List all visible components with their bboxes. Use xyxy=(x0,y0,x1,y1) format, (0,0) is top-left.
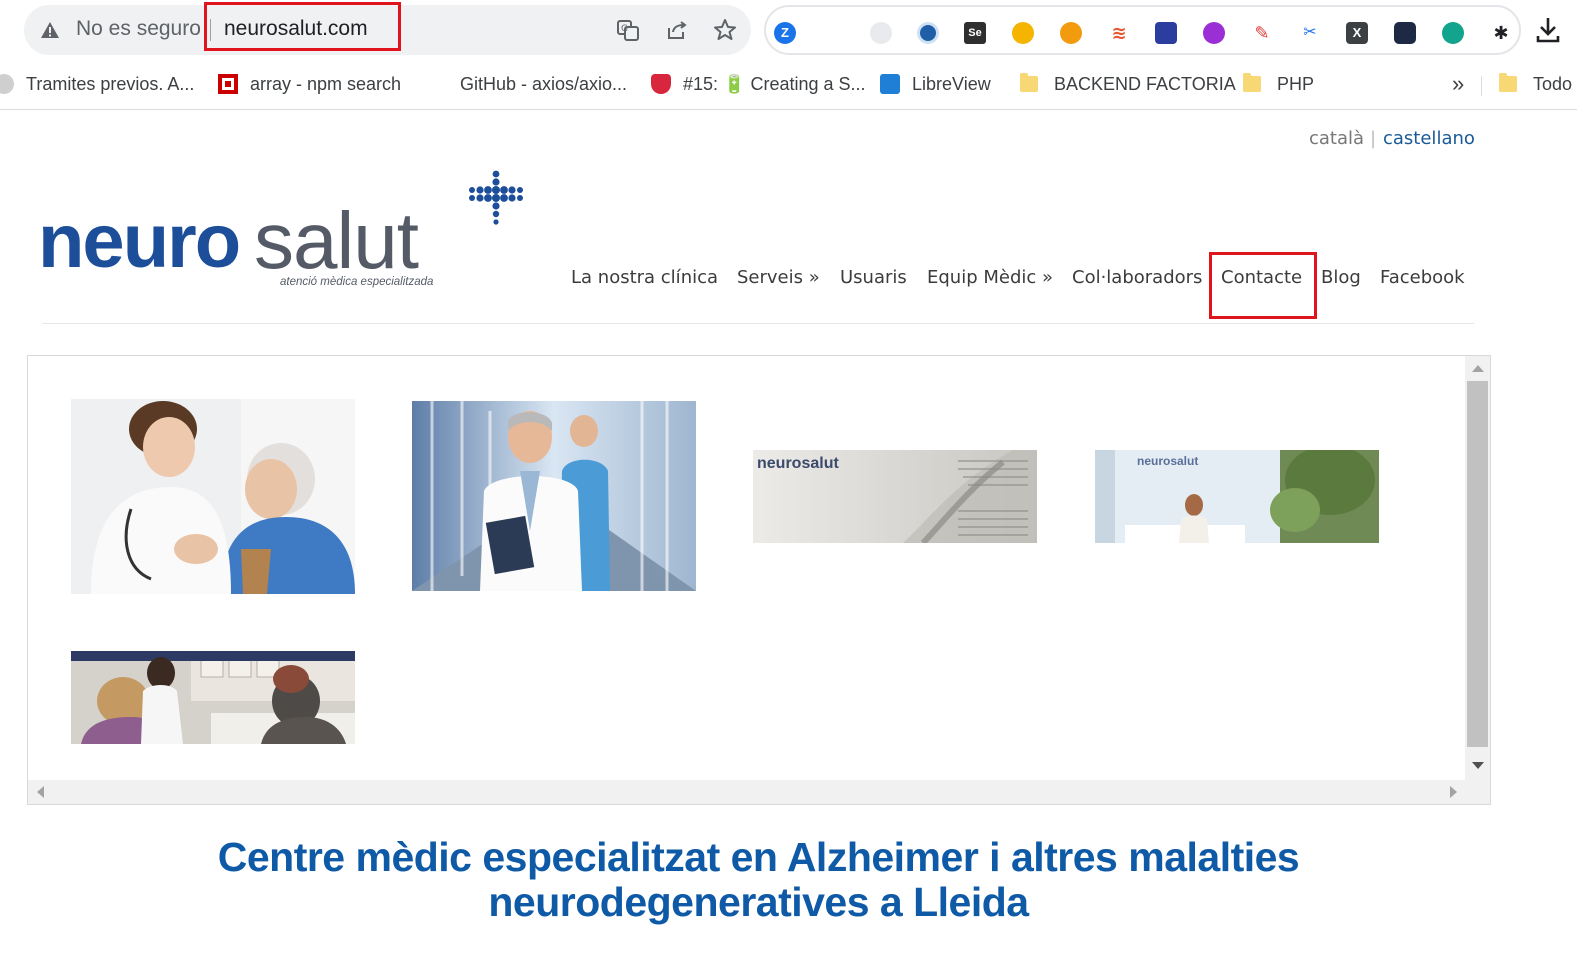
zoom-extension-icon[interactable]: Z xyxy=(774,22,796,44)
translate-icon[interactable]: G xyxy=(616,18,640,42)
url-highlight-box xyxy=(204,2,401,51)
gallery-photo-nurse-patient[interactable] xyxy=(71,399,355,594)
nav-equip-medic[interactable]: Equip Mèdic » xyxy=(927,267,1053,288)
warning-icon[interactable] xyxy=(40,20,60,40)
folder-icon xyxy=(1020,73,1038,92)
svg-text:G: G xyxy=(621,24,628,34)
lang-catalan-link[interactable]: català xyxy=(1309,128,1364,149)
scroll-up-arrow-icon[interactable] xyxy=(1472,365,1484,372)
nav-collaboradors[interactable]: Col·laboradors xyxy=(1072,267,1202,288)
npm-icon xyxy=(218,74,238,94)
scroll-right-arrow-icon[interactable] xyxy=(1450,786,1457,798)
scroll-down-arrow-icon[interactable] xyxy=(1472,762,1484,769)
gallery-photo-doctor-corridor[interactable] xyxy=(412,401,696,591)
share-icon[interactable] xyxy=(665,18,689,42)
nav-usuaris[interactable]: Usuaris xyxy=(840,267,907,288)
nav-la-nostra-clinica[interactable]: La nostra clínica xyxy=(571,267,718,288)
bookmark-item[interactable]: GitHub - axios/axio... xyxy=(460,71,627,97)
bookmark-item[interactable]: #15: 🔋 Creating a S... xyxy=(651,71,866,97)
bookmarks-overflow-button[interactable]: » xyxy=(1452,71,1464,97)
download-icon[interactable] xyxy=(1535,16,1561,44)
clock-extension-icon[interactable] xyxy=(1012,22,1034,44)
leaf-extension-icon[interactable]: ✎ xyxy=(1251,22,1273,44)
puzzle-extensions-icon[interactable]: ✱ xyxy=(1490,22,1512,44)
bookmark-item[interactable]: Tramites previos. A... xyxy=(0,71,194,97)
folder-icon xyxy=(1499,73,1517,92)
nav-blog[interactable]: Blog xyxy=(1321,267,1361,288)
bookmarks-divider xyxy=(1481,76,1482,96)
bookmarks-bar: Tramites previos. A... array - npm searc… xyxy=(0,60,1577,110)
bookmark-folder[interactable]: BACKEND FACTORIA xyxy=(1020,71,1236,97)
scissors-extension-icon[interactable]: ✂ xyxy=(1299,22,1321,44)
layers-extension-icon[interactable]: ≋ xyxy=(1108,22,1130,44)
gallery-photo-therapy-group[interactable] xyxy=(71,651,355,744)
hex-extension-icon[interactable] xyxy=(1394,22,1416,44)
lang-separator: | xyxy=(1370,128,1377,149)
header-divider xyxy=(42,323,1474,324)
bookmark-star-icon[interactable] xyxy=(713,18,737,42)
vertical-scroll-thumb[interactable] xyxy=(1467,381,1488,747)
nav-serveis[interactable]: Serveis » xyxy=(737,267,820,288)
bookmark-folder[interactable]: PHP xyxy=(1243,71,1314,97)
site-logo[interactable]: neuro salut atenció mèdica especialitzad… xyxy=(38,168,538,298)
bookmark-folder[interactable]: Todo xyxy=(1499,71,1572,97)
lang-spanish-link[interactable]: castellano xyxy=(1383,128,1475,149)
logo-text-neuro: neuro xyxy=(38,199,241,284)
page-headline: Centre mèdic especialitzat en Alzheimer … xyxy=(217,834,1300,925)
gallery-photo-reception[interactable]: neurosalut xyxy=(1095,450,1379,543)
vertical-scrollbar[interactable] xyxy=(1465,356,1490,780)
shield-heart-icon xyxy=(651,74,671,94)
browser-toolbar: No es seguro neurosalut.com G Z Se ≋ ✎ ✂… xyxy=(0,0,1577,60)
security-label[interactable]: No es seguro xyxy=(76,17,201,41)
nav-facebook[interactable]: Facebook xyxy=(1380,267,1465,288)
banner-brand-text: neurosalut xyxy=(757,455,839,472)
gallery-frame[interactable]: neurosalut neurosalut xyxy=(27,355,1491,805)
globe-icon xyxy=(0,74,14,94)
folder-icon xyxy=(1243,73,1261,92)
logo-tagline: atenció mèdica especialitzada xyxy=(280,276,434,288)
logo-extension-icon[interactable] xyxy=(917,22,939,44)
selenium-extension-icon[interactable]: Se xyxy=(964,22,986,44)
chat-extension-icon[interactable] xyxy=(1442,22,1464,44)
purple-extension-icon[interactable] xyxy=(1203,22,1225,44)
horizontal-scrollbar[interactable] xyxy=(28,780,1490,804)
logo-text-salut: salut xyxy=(254,196,419,285)
camera-extension-icon[interactable] xyxy=(1060,22,1082,44)
logo-cross-icon xyxy=(469,170,523,225)
wall-logo-text: neurosalut xyxy=(1137,454,1199,468)
brain-extension-icon[interactable] xyxy=(1155,22,1177,44)
libreview-icon xyxy=(880,74,900,94)
scroll-left-arrow-icon[interactable] xyxy=(37,786,44,798)
bookmark-item[interactable]: LibreView xyxy=(880,71,991,97)
bookmark-item[interactable]: array - npm search xyxy=(218,71,401,97)
atom-extension-icon[interactable] xyxy=(870,22,892,44)
gallery-banner-neurosalut[interactable]: neurosalut xyxy=(753,450,1037,543)
contacte-highlight-box xyxy=(1209,252,1317,319)
extensions-bar: Z Se ≋ ✎ ✂ X ✱ xyxy=(764,5,1521,55)
x-extension-icon[interactable]: X xyxy=(1346,22,1368,44)
